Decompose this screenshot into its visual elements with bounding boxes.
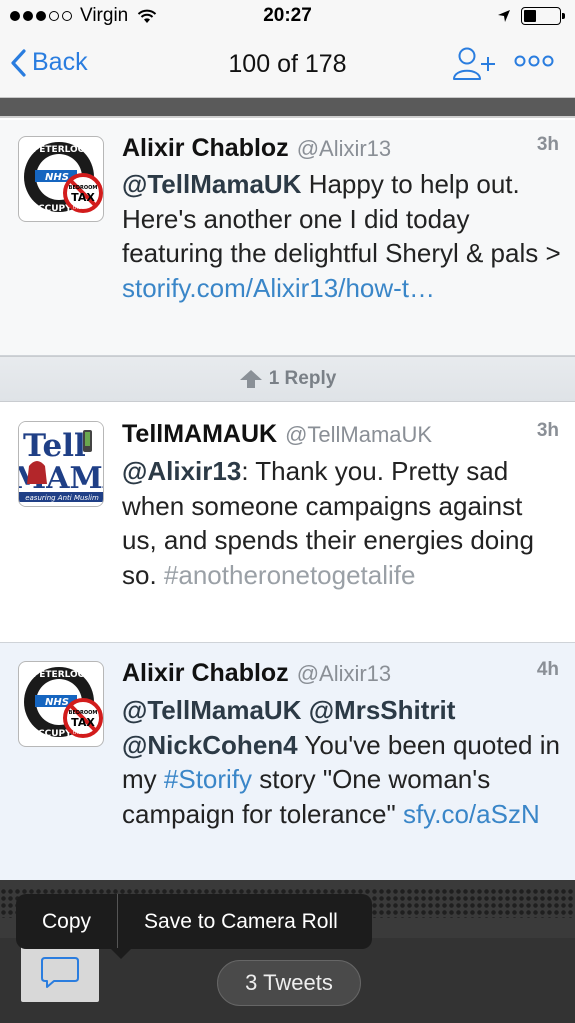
url-link[interactable]: sfy.co/aSzN xyxy=(403,799,540,829)
context-menu: Copy Save to Camera Roll xyxy=(16,894,372,959)
author-name: Alixir Chabloz xyxy=(122,659,289,687)
status-bar: Virgin 20:27 xyxy=(0,0,575,32)
svg-text:OCCUPY: OCCUPY xyxy=(30,729,72,739)
author-handle: @Alixir13 xyxy=(296,661,392,686)
hashtag-link[interactable]: #Storify xyxy=(164,764,252,794)
avatar[interactable]: PETERLOO OCCUPY NHS BEDROOM TAX the xyxy=(18,661,104,747)
tweet-author[interactable]: Alixir Chabloz @Alixir13 xyxy=(122,659,391,688)
battery-icon xyxy=(521,7,565,25)
mention-link[interactable]: @TellMamaUK xyxy=(122,169,301,199)
speech-bubble-icon xyxy=(41,957,79,988)
author-name: Alixir Chabloz xyxy=(122,134,289,162)
tweet-item[interactable]: PETERLOO OCCUPY NHS BEDROOM TAX the Alix… xyxy=(0,120,575,356)
location-arrow-icon xyxy=(498,10,510,22)
status-right xyxy=(497,7,565,25)
mention-link[interactable]: @NickCohen4 xyxy=(122,730,298,760)
hashtag-link[interactable]: #anotheronetogetalife xyxy=(164,560,416,590)
svg-text:Tell: Tell xyxy=(23,428,86,464)
svg-text:the: the xyxy=(73,730,81,736)
avatar[interactable]: PETERLOO OCCUPY NHS BEDROOM TAX the xyxy=(18,136,104,222)
tweet-timestamp: 4h xyxy=(536,659,559,680)
menu-pointer xyxy=(110,948,132,959)
tweet-text: @Alixir13: Thank you. Pretty sad when so… xyxy=(122,454,562,592)
status-time: 20:27 xyxy=(263,5,312,26)
tweet-author[interactable]: Alixir Chabloz @Alixir13 xyxy=(122,134,391,163)
add-user-icon[interactable] xyxy=(452,46,498,82)
author-handle: @Alixir13 xyxy=(296,136,392,161)
reply-count-label: 1 Reply xyxy=(268,368,337,389)
save-to-camera-roll-menu-item[interactable]: Save to Camera Roll xyxy=(118,894,364,949)
svg-text:the: the xyxy=(73,205,81,211)
tweet-text: @TellMamaUK @MrsShitrit @NickCohen4 You'… xyxy=(122,693,562,831)
author-handle: @TellMamaUK xyxy=(285,422,433,447)
svg-text:NHS: NHS xyxy=(45,697,69,708)
tweet-timestamp: 3h xyxy=(536,420,559,441)
peterloo-logo-icon: PETERLOO OCCUPY NHS BEDROOM TAX the xyxy=(24,142,103,214)
svg-text:OCCUPY: OCCUPY xyxy=(30,204,72,214)
replies-toggle[interactable]: 1 Reply xyxy=(0,356,575,402)
mention-link[interactable]: @TellMamaUK xyxy=(122,695,301,725)
tweet-item-selected[interactable]: PETERLOO OCCUPY NHS BEDROOM TAX the Alix… xyxy=(0,643,575,883)
url-link[interactable]: storify.com/Alixir13/how-t… xyxy=(122,273,435,303)
tweet-item[interactable]: Tell MAMA easuring Anti Muslim TellMAMAU… xyxy=(0,403,575,643)
reply-button[interactable] xyxy=(21,940,99,1002)
author-name: TellMAMAUK xyxy=(122,420,278,448)
peterloo-logo-icon: PETERLOO OCCUPY NHS BEDROOM TAX the xyxy=(24,667,103,739)
svg-text:easuring Anti Muslim: easuring Anti Muslim xyxy=(25,494,99,502)
previous-tweet-edge xyxy=(0,98,575,118)
tweet-text: @TellMamaUK Happy to help out. Here's an… xyxy=(122,167,562,305)
arrow-up-icon xyxy=(239,370,262,388)
avatar[interactable]: Tell MAMA easuring Anti Muslim xyxy=(18,421,104,507)
copy-menu-item[interactable]: Copy xyxy=(16,894,117,949)
svg-text:NHS: NHS xyxy=(45,172,69,183)
tweet-author[interactable]: TellMAMAUK @TellMamaUK xyxy=(122,420,432,449)
more-options-icon[interactable] xyxy=(514,54,554,68)
navigation-bar: Back 100 of 178 xyxy=(0,32,575,98)
tweet-timestamp: 3h xyxy=(536,134,559,155)
mention-link[interactable]: @MrsShitrit xyxy=(309,695,456,725)
svg-text:TAX: TAX xyxy=(71,716,95,729)
tweet-count-button[interactable]: 3 Tweets xyxy=(217,960,361,1006)
tellmama-logo-icon: Tell MAMA easuring Anti Muslim xyxy=(19,422,103,506)
svg-text:TAX: TAX xyxy=(71,191,95,204)
mention-link[interactable]: @Alixir13 xyxy=(122,456,241,486)
svg-text:PETERLOO: PETERLOO xyxy=(33,670,86,680)
svg-text:PETERLOO: PETERLOO xyxy=(33,145,86,155)
